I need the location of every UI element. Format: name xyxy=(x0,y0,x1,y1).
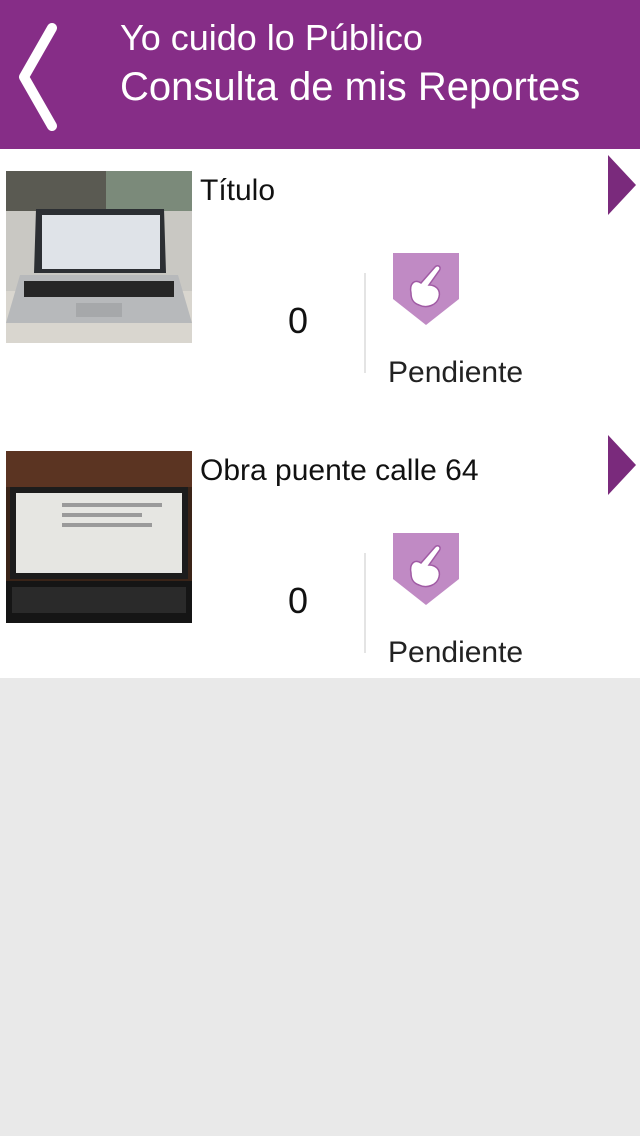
app-name: Yo cuido lo Público xyxy=(120,17,423,58)
report-title: Título xyxy=(200,174,276,207)
report-thumbnail-photo xyxy=(6,171,192,343)
report-count: 0 xyxy=(287,580,309,621)
vertical-divider xyxy=(364,553,366,653)
disclosure-arrow-icon[interactable] xyxy=(604,153,640,217)
app-header: Yo cuido lo Público Consulta de mis Repo… xyxy=(0,0,640,149)
report-title: Obra puente calle 64 xyxy=(200,454,479,487)
report-count: 0 xyxy=(287,300,309,341)
vertical-divider xyxy=(364,273,366,373)
hand-pointer-icon xyxy=(393,253,459,325)
back-chevron-icon[interactable] xyxy=(12,22,72,132)
page-title: Consulta de mis Reportes xyxy=(120,65,581,109)
report-item[interactable]: Obra puente calle 64 0 Pendiente xyxy=(0,429,640,709)
status-label: Pendiente xyxy=(388,636,524,669)
disclosure-arrow-icon[interactable] xyxy=(604,433,640,497)
hand-pointer-icon xyxy=(393,533,459,605)
status-label: Pendiente xyxy=(388,356,524,389)
reports-list: Título 0 Pendiente Obra puente calle 64 xyxy=(0,149,640,678)
report-item[interactable]: Título 0 Pendiente xyxy=(0,149,640,429)
report-thumbnail-photo xyxy=(6,451,192,623)
